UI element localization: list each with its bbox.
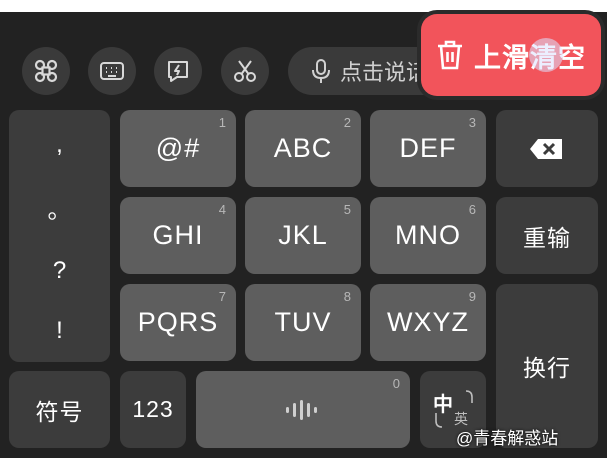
key-9-label: WXYZ: [387, 307, 469, 337]
numbers-label: 123: [132, 396, 174, 422]
enter-label: 换行: [523, 355, 571, 381]
key-5-number: 5: [343, 202, 351, 217]
key-2-number: 2: [343, 115, 351, 130]
scissors-icon: [234, 60, 256, 82]
keyboard-button[interactable]: [88, 47, 136, 95]
key-9[interactable]: WXYZ 9: [370, 284, 486, 361]
symbols-label: 符号: [35, 398, 84, 425]
key-3-label: DEF: [399, 133, 457, 163]
top-edge: [0, 0, 607, 12]
microphone-icon: [312, 59, 330, 83]
reinput-key[interactable]: 重输: [496, 197, 598, 274]
swipe-up-clear-button[interactable]: 上滑清空: [421, 14, 601, 96]
backspace-icon: [530, 138, 562, 159]
key-1-number: 1: [218, 115, 226, 130]
reinput-label: 重输: [523, 224, 571, 251]
key-1[interactable]: @# 1: [120, 110, 236, 187]
key-7-label: PQRS: [137, 307, 219, 337]
key-6-label: MNO: [395, 220, 461, 250]
delete-key[interactable]: [496, 110, 598, 187]
punct-comma-key[interactable]: ,: [9, 113, 110, 176]
key-7[interactable]: PQRS 7: [120, 284, 236, 361]
key-6-number: 6: [468, 202, 476, 217]
key-5[interactable]: JKL 5: [245, 197, 361, 274]
watermark-text: @青春解惑站: [456, 429, 559, 448]
key-4-number: 4: [218, 202, 226, 217]
trash-icon: [438, 40, 462, 70]
punct-exclamation-key[interactable]: !: [9, 299, 110, 362]
space-key[interactable]: 0: [196, 371, 410, 448]
touch-indicator: [529, 38, 563, 72]
clipboard-button[interactable]: [221, 47, 269, 95]
keyboard-icon: [100, 62, 124, 80]
key-4-label: GHI: [152, 220, 204, 250]
key-8[interactable]: TUV 8: [245, 284, 361, 361]
key-1-label: @#: [155, 133, 201, 163]
command-button[interactable]: [22, 47, 70, 95]
key-8-label: TUV: [274, 307, 332, 337]
numbers-key[interactable]: 123: [120, 371, 186, 448]
voice-wave-icon: [286, 399, 317, 420]
symbols-key[interactable]: 符号: [9, 371, 110, 448]
chat-flash-icon: [168, 61, 188, 82]
command-icon: [34, 59, 58, 83]
key-9-number: 9: [468, 289, 476, 304]
key-7-number: 7: [218, 289, 226, 304]
key-4[interactable]: GHI 4: [120, 197, 236, 274]
voice-input-label: 点击说话: [340, 60, 429, 85]
quick-phrase-button[interactable]: [154, 47, 202, 95]
key-6[interactable]: MNO 6: [370, 197, 486, 274]
key-2-label: ABC: [273, 133, 333, 163]
punct-question-key[interactable]: ?: [9, 239, 110, 302]
punctuation-column: , 。 ? !: [9, 110, 110, 362]
key-8-number: 8: [343, 289, 351, 304]
key-5-label: JKL: [278, 220, 328, 250]
key-3[interactable]: DEF 3: [370, 110, 486, 187]
key-3-number: 3: [468, 115, 476, 130]
space-number: 0: [392, 376, 400, 391]
key-2[interactable]: ABC 2: [245, 110, 361, 187]
punct-period-key[interactable]: 。: [9, 176, 110, 239]
